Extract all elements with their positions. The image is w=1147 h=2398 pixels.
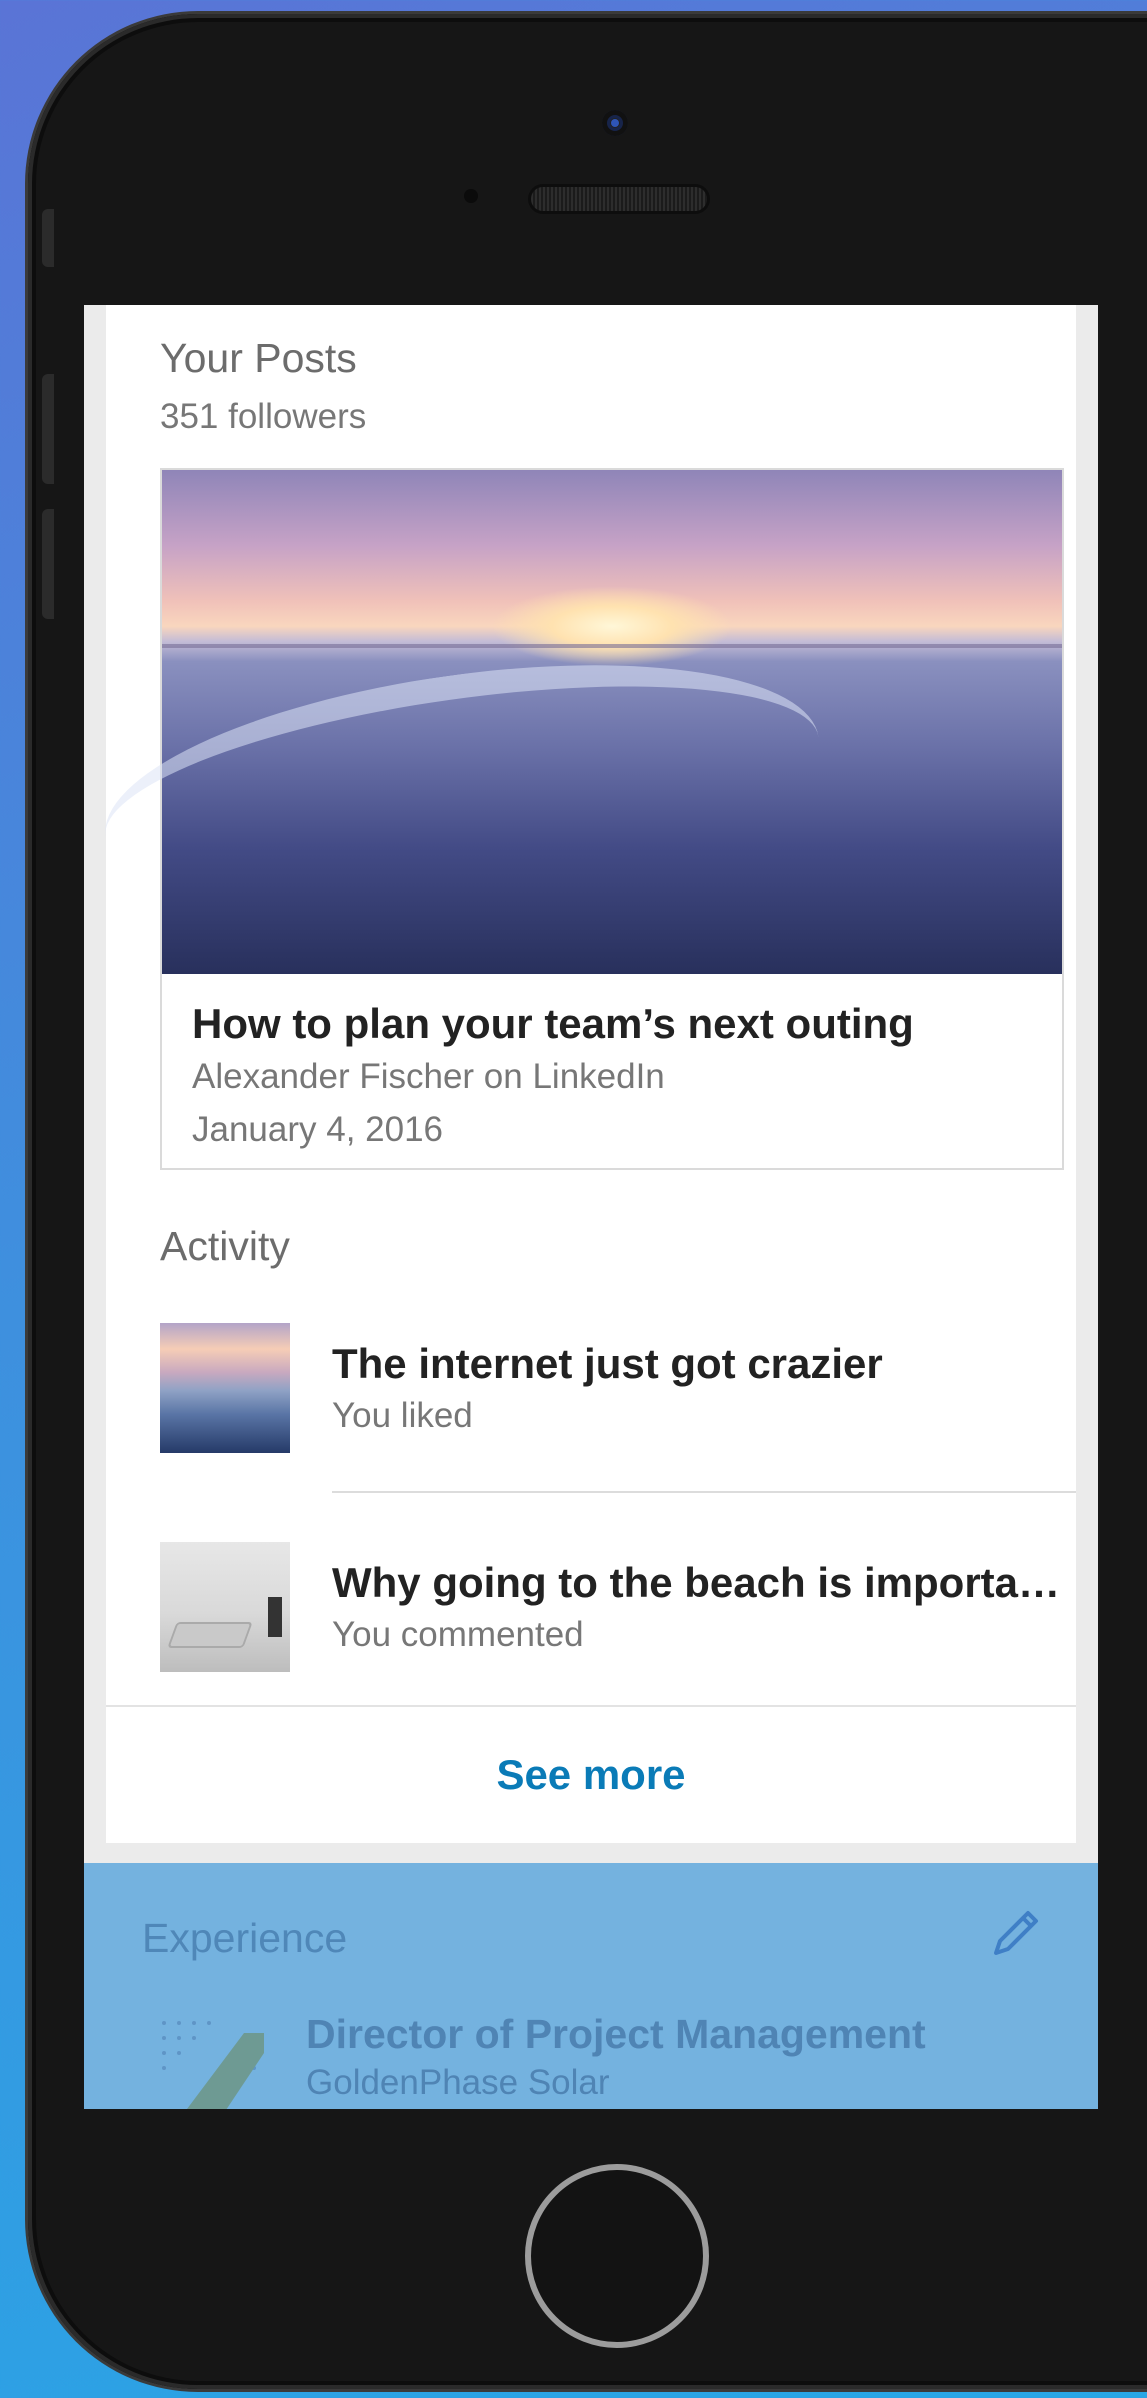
activity-heading: Activity (160, 1223, 290, 1269)
experience-section: Experience Director of Project Managemen… (84, 1863, 1098, 2109)
activity-thumbnail[interactable] (160, 1542, 290, 1672)
pencil-edit-icon[interactable] (984, 1903, 1046, 1965)
app-screen: Your Posts 351 followers How to plan you… (84, 305, 1098, 2109)
activity-item[interactable]: Why going to the beach is importa… You c… (160, 1527, 1080, 1687)
company-name: GoldenPhase Solar (306, 2063, 610, 2102)
activity-title[interactable]: The internet just got crazier (332, 1340, 883, 1388)
activity-item[interactable]: The internet just got crazier You liked (160, 1308, 1080, 1468)
post-title[interactable]: How to plan your team’s next outing (192, 1000, 914, 1048)
activity-action: You commented (332, 1615, 584, 1654)
followers-count: 351 followers (160, 397, 367, 436)
front-camera (602, 110, 628, 136)
post-image[interactable] (89, 470, 1062, 974)
divider (332, 1491, 1076, 1493)
post-card[interactable]: How to plan your team’s next outing Alex… (89, 468, 1064, 1170)
home-button[interactable] (525, 2164, 709, 2348)
see-more-button[interactable]: See more (106, 1707, 1076, 1843)
earpiece-speaker (531, 187, 707, 211)
your-posts-heading: Your Posts (160, 335, 357, 381)
company-logo-icon (162, 2021, 264, 2109)
mute-switch (42, 209, 54, 267)
experience-heading: Experience (142, 1915, 348, 1961)
job-title[interactable]: Director of Project Management (306, 2011, 926, 2058)
activity-action: You liked (332, 1396, 473, 1435)
posts-activity-card: Your Posts 351 followers How to plan you… (89, 305, 1076, 1843)
proximity-sensor (464, 189, 478, 203)
activity-title[interactable]: Why going to the beach is importa… (332, 1559, 1060, 1607)
post-author: Alexander Fischer on LinkedIn (192, 1057, 665, 1096)
volume-up-button (42, 374, 54, 484)
post-date: January 4, 2016 (192, 1110, 444, 1149)
volume-down-button (42, 509, 54, 619)
activity-thumbnail[interactable] (160, 1323, 290, 1453)
